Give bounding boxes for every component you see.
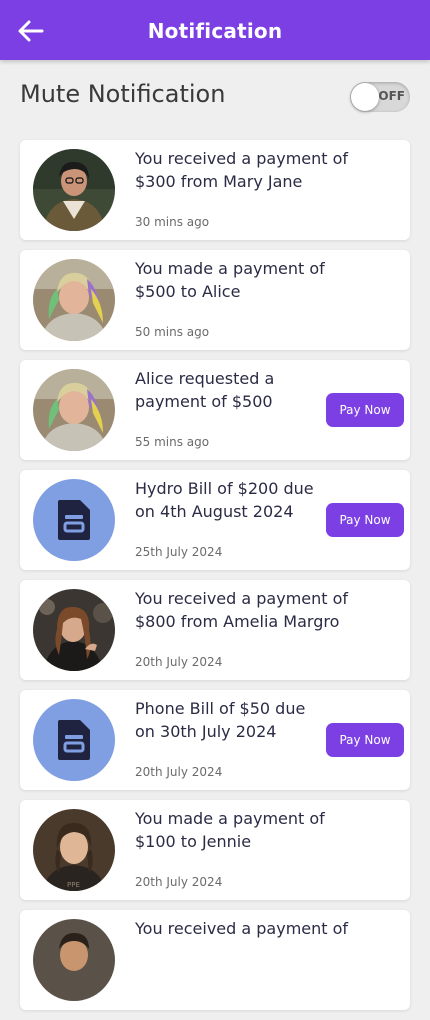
- notification-message: Alice requested a payment of $500: [135, 369, 275, 411]
- notification-time: 20th July 2024: [135, 765, 223, 779]
- notification-message: Phone Bill of $50 due on 30th July 2024: [135, 699, 306, 741]
- pay-now-button[interactable]: Pay Now: [326, 503, 404, 537]
- avatar: [33, 149, 115, 231]
- avatar: [33, 369, 115, 451]
- notification-time: 20th July 2024: [135, 875, 223, 889]
- notification-message: You made a payment of $100 to Jennie: [135, 809, 325, 851]
- mute-notification-row: Mute Notification OFF: [20, 78, 410, 118]
- notification-item[interactable]: Phone Bill of $50 due on 30th July 2024 …: [20, 690, 410, 790]
- notification-time: 55 mins ago: [135, 435, 210, 449]
- notification-list: You received a payment of $300 from Mary…: [20, 140, 410, 1020]
- notification-message: You received a payment of $300 from Mary…: [135, 149, 349, 191]
- app-header: Notification: [0, 0, 430, 60]
- bill-avatar: [33, 699, 115, 781]
- svg-text:PPE: PPE: [67, 881, 80, 889]
- page-title: Notification: [147, 19, 283, 43]
- notification-message: Hydro Bill of $200 due on 4th August 202…: [135, 479, 314, 521]
- notification-message: You received a payment of $800 from Amel…: [135, 589, 349, 631]
- mute-notification-label: Mute Notification: [20, 80, 226, 108]
- bill-avatar: [33, 479, 115, 561]
- notification-message: You made a payment of $500 to Alice: [135, 259, 325, 301]
- notification-item[interactable]: Alice requested a payment of $500 55 min…: [20, 360, 410, 460]
- toggle-state-text: OFF: [378, 89, 405, 103]
- notification-message: You received a payment of: [135, 919, 349, 938]
- notification-item[interactable]: You received a payment of $800 from Amel…: [20, 580, 410, 680]
- pay-now-button[interactable]: Pay Now: [326, 723, 404, 757]
- toggle-knob: [351, 83, 379, 111]
- avatar: PPE: [33, 809, 115, 891]
- notification-item[interactable]: PPE You made a payment of $100 to Jennie…: [20, 800, 410, 900]
- notification-time: 25th July 2024: [135, 545, 223, 559]
- notification-item[interactable]: You received a payment of $300 from Mary…: [20, 140, 410, 240]
- avatar: [33, 919, 115, 1001]
- notification-time: 30 mins ago: [135, 215, 210, 229]
- notification-time: 50 mins ago: [135, 325, 210, 339]
- notification-item[interactable]: You received a payment of: [20, 910, 410, 1010]
- avatar: [33, 589, 115, 671]
- mute-notification-toggle[interactable]: OFF: [350, 82, 410, 112]
- notification-time: 20th July 2024: [135, 655, 223, 669]
- document-icon: [58, 720, 90, 760]
- avatar: [33, 259, 115, 341]
- notification-item[interactable]: Hydro Bill of $200 due on 4th August 202…: [20, 470, 410, 570]
- document-icon: [58, 500, 90, 540]
- notification-item[interactable]: You made a payment of $500 to Alice 50 m…: [20, 250, 410, 350]
- pay-now-button[interactable]: Pay Now: [326, 393, 404, 427]
